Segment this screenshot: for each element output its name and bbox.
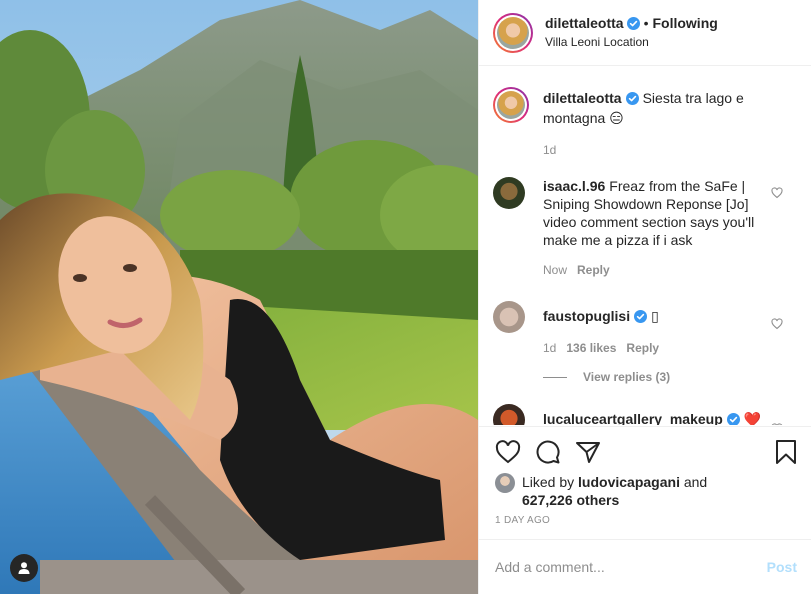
heart-icon [495, 440, 521, 464]
following-button[interactable]: Following [652, 15, 717, 31]
comment-like-icon[interactable] [771, 186, 783, 202]
liker-avatar[interactable] [495, 473, 515, 493]
liker-username[interactable]: ludovicapagani [578, 474, 680, 490]
add-comment-bar: Post [479, 539, 811, 594]
comment-item: faustopuglisi ▯ 1d 136 likes Reply [493, 301, 797, 357]
comment-like-icon[interactable] [771, 317, 783, 333]
comment-likes-count[interactable]: 136 likes [566, 341, 616, 355]
author-avatar[interactable] [493, 12, 533, 53]
commenter-avatar[interactable] [493, 301, 525, 333]
like-button[interactable] [495, 440, 521, 464]
post-details-panel: dilettaleotta • Following Villa Leoni Loca… [478, 0, 811, 594]
save-button[interactable] [775, 439, 797, 465]
verified-badge-icon [634, 309, 648, 327]
reply-button[interactable]: Reply [626, 341, 659, 355]
likes-others[interactable]: 627,226 others [522, 492, 619, 508]
comment-like-icon[interactable] [771, 422, 783, 425]
verified-badge-icon [625, 91, 639, 109]
separator-dot: • [643, 14, 649, 31]
likes-prefix: Liked by [522, 474, 575, 490]
comment-item: isaac.l.96 Freaz from the SaFe | Sniping … [493, 177, 797, 279]
verified-badge-icon [626, 16, 640, 34]
commenter-avatar[interactable] [493, 404, 525, 425]
bookmark-icon [776, 440, 796, 464]
comment-item: lucaluceartgallery_makeup ❤️ [493, 404, 797, 425]
reply-button[interactable]: Reply [577, 263, 610, 277]
comment-username[interactable]: faustopuglisi [543, 308, 630, 324]
likes-summary: Liked by ludovicapagani and 627,226 other… [495, 473, 797, 509]
post-actions: Liked by ludovicapagani and 627,226 other… [479, 426, 811, 526]
caption-username[interactable]: dilettaleotta [543, 90, 622, 106]
share-icon [576, 442, 600, 463]
comment-username[interactable]: lucaluceartgallery_makeup [543, 411, 723, 425]
comment-text: ❤️ [743, 411, 762, 425]
comment-time: Now [543, 263, 568, 277]
comment-username[interactable]: isaac.l.96 [543, 178, 605, 194]
caption-age: 1d [543, 143, 557, 157]
comment-button[interactable] [535, 439, 561, 465]
user-tag-icon [18, 562, 30, 574]
post-timestamp[interactable]: 1 DAY AGO [495, 515, 797, 526]
comments-list[interactable]: dilettaleotta Siesta tra lago e montagna … [479, 67, 811, 425]
comment-input[interactable] [495, 559, 767, 575]
user-tag-button[interactable] [10, 554, 38, 582]
post-image [0, 0, 478, 594]
view-replies-label: View replies (3) [583, 370, 671, 384]
caption: dilettaleotta Siesta tra lago e montagna … [493, 87, 797, 159]
post-header: dilettaleotta • Following Villa Leoni Loca… [479, 0, 811, 66]
post-photo[interactable] [0, 0, 478, 594]
share-button[interactable] [575, 440, 601, 464]
verified-badge-icon [726, 412, 740, 425]
comment-time: 1d [543, 341, 557, 355]
comment-text: ▯ [651, 308, 659, 324]
view-replies-button[interactable]: View replies (3) [543, 370, 797, 384]
replies-divider [543, 376, 567, 378]
caption-avatar[interactable] [493, 87, 529, 123]
comment-icon [536, 440, 560, 464]
commenter-avatar[interactable] [493, 177, 525, 209]
likes-conj: and [683, 474, 708, 490]
post-location[interactable]: Villa Leoni Location [545, 34, 718, 51]
post-comment-button[interactable]: Post [767, 559, 797, 575]
author-username[interactable]: dilettaleotta [545, 15, 624, 31]
